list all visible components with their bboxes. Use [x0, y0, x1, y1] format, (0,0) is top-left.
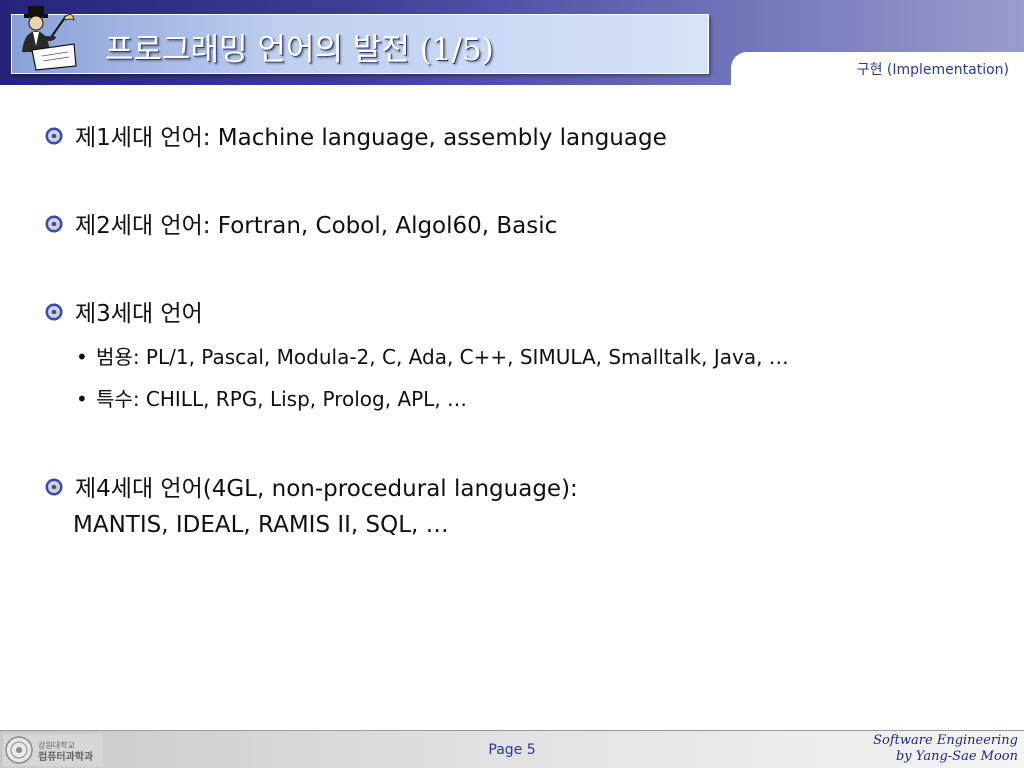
sub-bullet-2-text: : CHILL, RPG, Lisp, Prolog, APL, …: [132, 387, 468, 411]
section-subtitle: 구현 (Implementation): [857, 59, 1009, 79]
credit-line-1: Software Engineering: [873, 733, 1018, 748]
dot-bullet-icon: •: [76, 387, 88, 411]
dot-bullet-icon: •: [76, 345, 88, 369]
bullet-3-label: 제3세대 언어: [75, 301, 203, 327]
bullet-2-label: 제2세대 언어: [75, 213, 203, 239]
slide-title: 프로그래밍 언어의 발전 (1/5): [105, 32, 494, 68]
credit-line-2: by Yang-Sae Moon: [895, 749, 1018, 764]
subtitle-ko: 구현: [856, 62, 883, 78]
emblem-bullet-icon: [45, 127, 63, 144]
bullet-2-text: : Fortran, Cobol, Algol60, Basic: [202, 213, 558, 239]
bullet-4-text: (4GL, non-procedural language):: [202, 476, 578, 502]
emblem-bullet-icon: [45, 478, 63, 495]
subtitle-en: (Implementation): [886, 62, 1009, 78]
emblem-bullet-icon: [45, 303, 63, 320]
bullet-3: 제3세대 언어: [45, 294, 203, 328]
emblem-bullet-icon: [45, 215, 63, 232]
bullet-4: 제4세대 언어(4GL, non-procedural language):: [45, 469, 578, 503]
bullet-4-label: 제4세대 언어: [75, 476, 203, 502]
sub-bullet-1-label: 범용: [96, 345, 133, 369]
bullet-1: 제1세대 언어: Machine language, assembly lang…: [45, 118, 667, 152]
bullet-1-label: 제1세대 언어: [75, 125, 203, 151]
bullet-1-text: : Machine language, assembly language: [202, 125, 667, 151]
course-credit: Software Engineering by Yang-Sae Moon: [873, 733, 1018, 765]
bullet-4-continuation: MANTIS, IDEAL, RAMIS II, SQL, …: [73, 512, 449, 538]
writer-illustration: [22, 6, 77, 71]
sub-bullet-2-label: 특수: [96, 387, 133, 411]
page-number: Page 5: [488, 742, 536, 758]
sub-bullet-2: • 특수: CHILL, RPG, Lisp, Prolog, APL, …: [76, 383, 467, 412]
bullet-2: 제2세대 언어: Fortran, Cobol, Algol60, Basic: [45, 206, 557, 240]
sub-bullet-1: • 범용: PL/1, Pascal, Modula-2, C, Ada, C++…: [76, 341, 789, 370]
sub-bullet-1-text: : PL/1, Pascal, Modula-2, C, Ada, C++, S…: [132, 345, 789, 369]
